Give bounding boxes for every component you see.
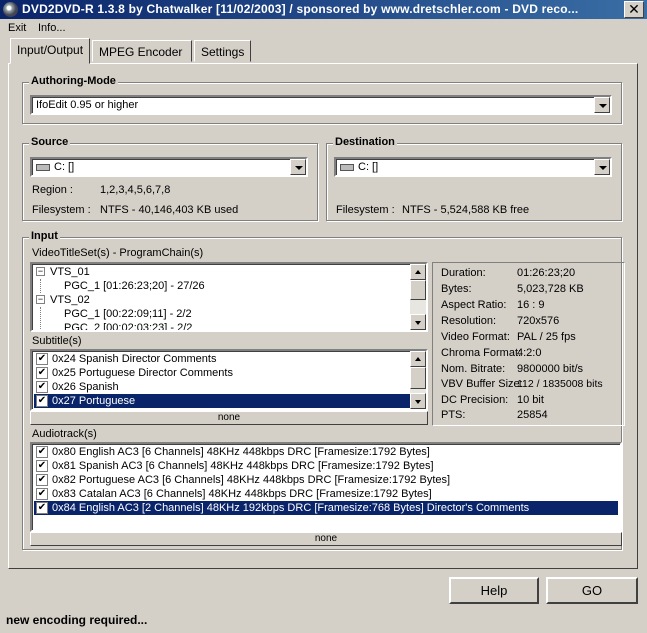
tree-line: [40, 307, 41, 330]
info-vbv-value: 112 / 1835008 bits: [517, 378, 603, 390]
subtitle-checkbox[interactable]: ✔: [36, 353, 48, 365]
audio-item[interactable]: ✔ 0x83 Catalan AC3 [6 Channels] 48KHz 44…: [34, 487, 618, 501]
subtitle-item[interactable]: ✔ 0x26 Spanish: [34, 380, 412, 394]
menu-info[interactable]: Info...: [38, 22, 66, 34]
source-region-label: Region :: [32, 184, 73, 196]
info-resolution-value: 720x576: [517, 315, 560, 327]
audio-checkbox[interactable]: ✔: [36, 488, 48, 500]
title-bar: DVD2DVD-R 1.3.8 by Chatwalker [11/02/200…: [0, 0, 647, 19]
authoring-mode-select[interactable]: IfoEdit 0.95 or higher: [30, 95, 612, 115]
collapse-icon[interactable]: −: [36, 267, 45, 276]
subtitle-none-button[interactable]: none: [30, 411, 428, 425]
collapse-icon[interactable]: −: [36, 295, 45, 304]
scroll-down-icon[interactable]: [410, 393, 426, 409]
tab-settings[interactable]: Settings: [194, 40, 251, 62]
source-label: Source: [29, 136, 71, 148]
info-aspect-label: Aspect Ratio:: [441, 299, 507, 311]
audio-checkbox[interactable]: ✔: [36, 474, 48, 486]
scroll-down-icon[interactable]: [410, 314, 426, 330]
info-pts-label: PTS:: [441, 409, 466, 421]
info-dc-precision-label: DC Precision:: [441, 394, 509, 406]
tab-input-output[interactable]: Input/Output: [10, 38, 90, 64]
info-aspect-value: 16 : 9: [517, 299, 545, 311]
subtitle-label: Subtitle(s): [32, 335, 82, 347]
destination-drive-value: C: []: [358, 161, 379, 173]
chevron-down-icon[interactable]: [290, 159, 306, 175]
window-title: DVD2DVD-R 1.3.8 by Chatwalker [11/02/200…: [22, 2, 579, 16]
info-resolution-label: Resolution:: [441, 315, 497, 327]
info-duration-value: 01:26:23;20: [517, 267, 576, 279]
subtitle-checkbox[interactable]: ✔: [36, 367, 48, 379]
subtitle-list[interactable]: ✔ 0x24 Spanish Director Comments ✔ 0x25 …: [30, 349, 428, 411]
source-region-value: 1,2,3,4,5,6,7,8: [100, 184, 171, 196]
dvd-disc-icon: [3, 2, 18, 17]
scroll-thumb[interactable]: [410, 367, 426, 389]
status-text: new encoding required...: [6, 613, 148, 627]
audio-list[interactable]: ✔ 0x80 English AC3 [6 Channels] 48KHz 44…: [30, 442, 622, 532]
audio-label: Audiotrack(s): [32, 428, 97, 440]
info-video-format-label: Video Format:: [441, 331, 510, 343]
subtitle-item[interactable]: ✔ 0x27 Portuguese: [34, 394, 412, 408]
audio-none-button[interactable]: none: [30, 532, 622, 546]
destination-filesystem-label: Filesystem :: [336, 204, 395, 216]
info-chroma-value: 4:2:0: [517, 347, 542, 359]
destination-drive-select[interactable]: C: []: [334, 157, 612, 177]
scroll-thumb[interactable]: [410, 280, 426, 300]
destination-label: Destination: [333, 136, 397, 148]
info-bytes-label: Bytes:: [441, 283, 472, 295]
close-button[interactable]: ✕: [624, 1, 644, 18]
source-drive-select[interactable]: C: []: [30, 157, 308, 177]
status-bar: new encoding required...: [0, 608, 647, 633]
help-button[interactable]: Help: [449, 577, 539, 604]
drive-icon: [36, 164, 50, 171]
audio-checkbox[interactable]: ✔: [36, 502, 48, 514]
audio-item[interactable]: ✔ 0x82 Portuguese AC3 [6 Channels] 48KHz…: [34, 473, 618, 487]
subtitle-scrollbar[interactable]: [410, 351, 426, 409]
subtitle-checkbox[interactable]: ✔: [36, 395, 48, 407]
subtitle-item[interactable]: ✔ 0x24 Spanish Director Comments: [34, 352, 412, 366]
scroll-up-icon[interactable]: [410, 264, 426, 280]
info-chroma-label: Chroma Format:: [441, 347, 522, 359]
audio-checkbox[interactable]: ✔: [36, 446, 48, 458]
subtitle-item[interactable]: ✔ 0x25 Portuguese Director Comments: [34, 366, 412, 380]
authoring-mode-label: Authoring-Mode: [29, 75, 118, 87]
vts-pgc-tree[interactable]: − VTS_01 PGC_1 [01:26:23;20] - 27/26 − V…: [30, 262, 428, 332]
info-pts-value: 25854: [517, 409, 548, 421]
audio-checkbox[interactable]: ✔: [36, 460, 48, 472]
audio-item[interactable]: ✔ 0x81 Spanish AC3 [6 Channels] 48KHz 44…: [34, 459, 618, 473]
info-bitrate-label: Nom. Bitrate:: [441, 363, 506, 375]
info-vbv-label: VBV Buffer Size:: [441, 378, 523, 390]
stream-info-panel: Duration: 01:26:23;20 Bytes: 5,023,728 K…: [432, 262, 625, 426]
chevron-down-icon[interactable]: [594, 159, 610, 175]
drive-icon: [340, 164, 354, 171]
tree-line: [40, 279, 41, 293]
info-bitrate-value: 9800000 bit/s: [517, 363, 584, 375]
menu-bar: Exit Info...: [0, 19, 647, 37]
source-drive-value: C: []: [54, 161, 75, 173]
chevron-down-icon[interactable]: [594, 97, 610, 113]
source-filesystem-label: Filesystem :: [32, 204, 91, 216]
info-video-format-value: PAL / 25 fps: [517, 331, 576, 343]
audio-item[interactable]: ✔ 0x80 English AC3 [6 Channels] 48KHz 44…: [34, 445, 618, 459]
info-dc-precision-value: 10 bit: [517, 394, 544, 406]
go-button[interactable]: GO: [546, 577, 638, 604]
scroll-up-icon[interactable]: [410, 351, 426, 367]
authoring-mode-value: IfoEdit 0.95 or higher: [36, 99, 139, 111]
info-bytes-value: 5,023,728 KB: [517, 283, 584, 295]
tree-scrollbar[interactable]: [410, 264, 426, 330]
input-label: Input: [29, 230, 60, 242]
info-duration-label: Duration:: [441, 267, 486, 279]
tab-mpeg-encoder[interactable]: MPEG Encoder: [92, 40, 192, 62]
audio-item[interactable]: ✔ 0x84 English AC3 [2 Channels] 48KHz 19…: [34, 501, 618, 515]
subtitle-checkbox[interactable]: ✔: [36, 381, 48, 393]
menu-exit[interactable]: Exit: [8, 22, 26, 34]
vts-pgc-label: VideoTitleSet(s) - ProgramChain(s): [32, 247, 204, 259]
destination-filesystem-value: NTFS - 5,524,588 KB free: [402, 204, 530, 216]
source-filesystem-value: NTFS - 40,146,403 KB used: [100, 204, 239, 216]
